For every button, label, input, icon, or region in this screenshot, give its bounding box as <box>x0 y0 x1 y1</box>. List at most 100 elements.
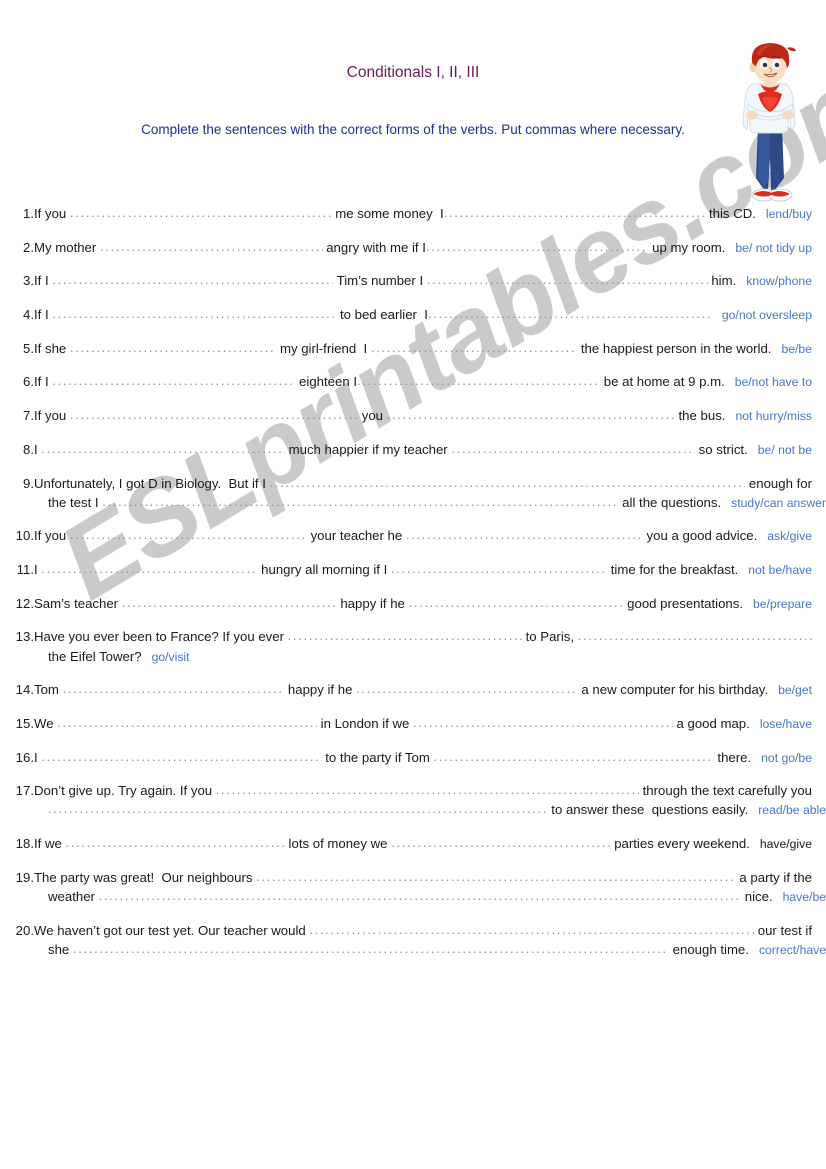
exercise-item: 3.If I Tim’s number I him. know/phone <box>0 271 826 291</box>
answer-blank[interactable] <box>428 304 712 323</box>
sentence-text: My mother <box>34 239 100 255</box>
answer-blank[interactable] <box>426 237 649 256</box>
exercise-item: 6.If I eighteen I be at home at 9 p.m. be… <box>0 372 826 392</box>
answer-blank[interactable] <box>41 747 321 766</box>
answer-blank[interactable] <box>391 559 607 578</box>
answer-blank[interactable] <box>578 626 812 645</box>
sentence-text: a new computer for his birthday. <box>577 682 769 698</box>
exercise-line: If you me some money I this CD.lend/buy <box>34 204 812 224</box>
answer-blank[interactable] <box>70 525 307 544</box>
exercise-line: We in London if we a good map. lose/have <box>34 714 812 734</box>
answer-blank[interactable] <box>52 270 333 289</box>
answer-blank[interactable] <box>70 405 358 424</box>
answer-blank[interactable] <box>52 371 295 390</box>
exercise-line: If you you the bus. not hurry/miss <box>34 406 812 426</box>
answer-blank[interactable] <box>70 338 276 357</box>
sentence-text: enough time. <box>669 941 749 957</box>
answer-blank[interactable] <box>387 405 675 424</box>
answer-blank[interactable] <box>63 679 285 698</box>
answer-blank[interactable] <box>409 593 624 612</box>
answer-blank[interactable] <box>70 203 332 222</box>
answer-blank[interactable] <box>413 713 673 732</box>
sentence-text: your teacher he <box>306 528 406 544</box>
exercise-number: 7. <box>23 408 34 424</box>
exercise-item: 9. Unfortunately, I got D in Biology. But… <box>0 474 826 513</box>
sentence-text: enough for <box>745 475 812 491</box>
sentence-text: there. <box>713 749 752 765</box>
verb-cue: have/be <box>782 889 826 904</box>
answer-blank[interactable] <box>41 439 285 458</box>
answer-blank[interactable] <box>406 525 643 544</box>
answer-blank[interactable] <box>444 203 706 222</box>
answer-blank[interactable] <box>288 626 522 645</box>
exercise-line: My mother angry with me if I up my room.… <box>34 238 812 258</box>
answer-blank[interactable] <box>356 679 578 698</box>
verb-cue: have/give <box>759 837 812 852</box>
sentence-text: our test if <box>754 922 812 938</box>
answer-blank[interactable] <box>100 237 323 256</box>
exercise-line: The party was great! Our neighbours a pa… <box>34 868 812 887</box>
sentence-text: Have you ever been to France? If you eve… <box>34 629 288 645</box>
answer-blank[interactable] <box>41 559 257 578</box>
verb-cue: lose/have <box>759 716 812 731</box>
answer-blank[interactable] <box>256 867 736 886</box>
answer-blank[interactable] <box>216 780 639 799</box>
exercise-number: 11. <box>16 562 34 578</box>
answer-blank[interactable] <box>391 833 610 852</box>
sentence-text: you a good advice. <box>642 528 758 544</box>
exercise-number: 9. <box>23 475 34 491</box>
exercise-number: 20. <box>15 922 34 938</box>
sentence-text: Tim’s number I <box>333 273 427 289</box>
verb-cue: go/not oversleep <box>721 308 812 323</box>
answer-blank[interactable] <box>270 473 746 492</box>
sentence-text: the test I <box>48 494 103 510</box>
exercise-number: 12. <box>15 595 34 611</box>
answer-blank[interactable] <box>357 371 600 390</box>
sentence-text: all the questions. <box>618 494 722 510</box>
exercise-item: 14.Tom happy if he a new computer for hi… <box>0 680 826 700</box>
sentence-text: in London if we <box>317 715 414 731</box>
answer-blank[interactable] <box>102 492 618 511</box>
answer-blank[interactable] <box>48 799 548 818</box>
exercise-item: 15.We in London if we a good map. lose/ha… <box>0 714 826 734</box>
exercise-item: 2.My mother angry with me if I up my roo… <box>0 238 826 258</box>
sentence-text: weather <box>48 888 99 904</box>
verb-cue: not be/have <box>748 563 812 578</box>
verb-cue: go/visit <box>151 649 190 664</box>
answer-blank[interactable] <box>52 304 336 323</box>
sentence-text: nice. <box>741 888 773 904</box>
exercise-line: If you your teacher he you a good advice… <box>34 526 812 546</box>
exercise-line: to answer these questions easily. read/be… <box>34 800 826 820</box>
sentence-text: If she <box>34 340 70 356</box>
exercise-number: 8. <box>23 441 34 457</box>
verb-cue: know/phone <box>746 274 812 289</box>
answer-blank[interactable] <box>309 920 754 939</box>
page-title: Conditionals I, II, III <box>346 64 480 81</box>
answer-blank[interactable] <box>371 338 577 357</box>
verb-cue: read/be able <box>758 803 826 818</box>
answer-blank[interactable] <box>73 939 669 958</box>
answer-blank[interactable] <box>427 270 708 289</box>
sentence-text: good presentations. <box>623 595 744 611</box>
exercise-line: Sam’s teacher happy if he good presentat… <box>34 594 812 614</box>
verb-cue: not hurry/miss <box>735 409 812 424</box>
answer-blank[interactable] <box>122 593 337 612</box>
exercise-list: 1.If you me some money I this CD.lend/bu… <box>0 204 826 973</box>
verb-cue: be/ not tidy up <box>735 240 812 255</box>
sentence-text: so strict. <box>695 441 748 457</box>
answer-blank[interactable] <box>57 713 317 732</box>
exercise-number: 13. <box>15 629 34 645</box>
exercise-number: 16. <box>15 749 34 765</box>
answer-blank[interactable] <box>66 833 285 852</box>
exercise-number: 3. <box>23 273 34 289</box>
sentence-text: through the text carefully you <box>638 783 812 799</box>
answer-blank[interactable] <box>434 747 714 766</box>
sentence-text: the bus. <box>674 408 726 424</box>
answer-blank[interactable] <box>451 439 695 458</box>
verb-cue: be/be <box>781 341 812 356</box>
sentence-text: I <box>34 562 42 578</box>
answer-blank[interactable] <box>99 886 742 905</box>
exercise-line: she enough time. correct/have <box>34 940 826 960</box>
verb-cue: be/ not be <box>757 442 812 457</box>
exercise-line: We haven’t got our test yet. Our teacher… <box>34 921 812 940</box>
